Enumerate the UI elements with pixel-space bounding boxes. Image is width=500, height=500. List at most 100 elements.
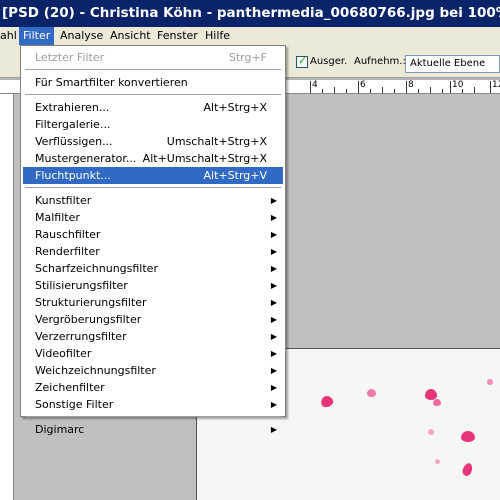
menu-item-verzerrungsfilter[interactable]: Verzerrungsfilter ▶	[23, 328, 283, 345]
ruler-left	[0, 94, 14, 500]
ruler-tick	[346, 89, 347, 93]
menu-item-label: Sonstige Filter	[35, 398, 114, 411]
ruler-tick	[418, 89, 419, 93]
ruler-tick	[450, 81, 451, 93]
menu-item-shortcut: Alt+Strg+X	[203, 101, 267, 114]
menu-item-vergröberungsfilter[interactable]: Vergröberungsfilter ▶	[23, 311, 283, 328]
menu-item-verflüssigen[interactable]: Verflüssigen... Umschalt+Strg+X	[23, 133, 283, 150]
menu-separator	[25, 94, 281, 95]
submenu-arrow-icon: ▶	[270, 383, 277, 392]
menu-item-label: Rauschfilter	[35, 228, 101, 241]
menu-bild[interactable]: ahl	[0, 27, 21, 45]
menu-item-shortcut: Alt+Umschalt+Strg+X	[142, 152, 267, 165]
aufnehm-select[interactable]: Aktuelle Ebene	[405, 55, 500, 73]
menu-separator	[25, 187, 281, 188]
menu-item-filtergalerie[interactable]: Filtergalerie...	[23, 116, 283, 133]
submenu-arrow-icon: ▶	[270, 366, 277, 375]
ruler-tick	[474, 87, 475, 93]
menu-item-label: Letzter Filter	[35, 51, 105, 64]
submenu-arrow-icon: ▶	[270, 298, 277, 307]
ruler-label: 6	[360, 80, 366, 90]
ausger-checkbox[interactable]	[296, 54, 308, 68]
petal-shape	[461, 461, 474, 478]
petal-shape	[433, 399, 441, 406]
menu-item-digimarc[interactable]: Digimarc ▶	[23, 421, 283, 438]
menu-item-label: Videofilter	[35, 347, 92, 360]
menu-item-extrahieren[interactable]: Extrahieren... Alt+Strg+X	[23, 99, 283, 116]
ruler-tick	[334, 87, 335, 93]
submenu-arrow-icon: ▶	[270, 400, 277, 409]
ruler-tick	[462, 89, 463, 93]
submenu-arrow-icon: ▶	[270, 281, 277, 290]
menu-item-label: Zeichenfilter	[35, 381, 105, 394]
menu-item-label: Kunstfilter	[35, 194, 92, 207]
ruler-tick	[430, 87, 431, 93]
petal-shape	[487, 379, 493, 385]
ruler-tick	[394, 89, 395, 93]
menu-item-zeichenfilter[interactable]: Zeichenfilter ▶	[23, 379, 283, 396]
submenu-arrow-icon: ▶	[270, 349, 277, 358]
menu-item-label: Renderfilter	[35, 245, 100, 258]
filter-menu-dropdown: Letzter Filter Strg+F Für Smartfilter konv…	[20, 45, 286, 436]
menu-fenster[interactable]: Fenster	[153, 27, 202, 45]
ruler-tick	[310, 81, 311, 93]
menu-item-label: Digimarc	[35, 423, 85, 436]
ruler-tick	[442, 89, 443, 93]
menu-item-rauschfilter[interactable]: Rauschfilter ▶	[23, 226, 283, 243]
menu-item-label: Verzerrungsfilter	[35, 330, 127, 343]
ruler-label: 4	[312, 80, 318, 90]
submenu-arrow-icon: ▶	[270, 332, 277, 341]
menu-item-sonstige-filter[interactable]: Sonstige Filter ▶	[23, 396, 283, 413]
menu-item-label: Scharfzeichnungsfilter	[35, 262, 158, 275]
menu-item-renderfilter[interactable]: Renderfilter ▶	[23, 243, 283, 260]
ausger-label: Ausger.	[310, 56, 348, 67]
menu-item-label: Für Smartfilter konvertieren	[35, 76, 188, 89]
menu-item-stilisierungsfilter[interactable]: Stilisierungsfilter ▶	[23, 277, 283, 294]
menu-item-label: Verflüssigen...	[35, 135, 113, 148]
menu-item-letzter-filter: Letzter Filter Strg+F	[23, 49, 283, 66]
menu-filter[interactable]: Filter	[19, 27, 55, 45]
submenu-arrow-icon: ▶	[270, 247, 277, 256]
menu-item-fluchtpunkt[interactable]: Fluchtpunkt... Alt+Strg+V	[23, 167, 283, 184]
ruler-tick	[490, 81, 491, 93]
ruler-tick	[370, 89, 371, 93]
menu-separator	[25, 416, 281, 417]
petal-shape	[461, 431, 475, 442]
ruler-tick	[322, 89, 323, 93]
menu-item-videofilter[interactable]: Videofilter ▶	[23, 345, 283, 362]
ruler-label: 8	[408, 80, 414, 90]
menu-item-shortcut: Alt+Strg+V	[203, 169, 267, 182]
submenu-arrow-icon: ▶	[270, 264, 277, 273]
menu-item-kunstfilter[interactable]: Kunstfilter ▶	[23, 192, 283, 209]
menu-item-label: Weichzeichnungsfilter	[35, 364, 156, 377]
menu-item-strukturierungsfilter[interactable]: Strukturierungsfilter ▶	[23, 294, 283, 311]
submenu-arrow-icon: ▶	[270, 196, 277, 205]
submenu-arrow-icon: ▶	[270, 213, 277, 222]
menu-item-label: Filtergalerie...	[35, 118, 111, 131]
ruler-tick	[406, 81, 407, 93]
submenu-arrow-icon: ▶	[270, 425, 277, 434]
menu-ansicht[interactable]: Ansicht	[106, 27, 155, 45]
menu-item-label: Mustergenerator...	[35, 152, 137, 165]
submenu-arrow-icon: ▶	[270, 315, 277, 324]
menu-hilfe[interactable]: Hilfe	[201, 27, 234, 45]
menu-item-shortcut: Umschalt+Strg+X	[166, 135, 267, 148]
ruler-label: 12	[492, 80, 500, 90]
petal-shape	[367, 389, 376, 397]
petal-shape	[428, 429, 434, 435]
menu-item-label: Extrahieren...	[35, 101, 110, 114]
menu-item-weichzeichnungsfilter[interactable]: Weichzeichnungsfilter ▶	[23, 362, 283, 379]
menu-analyse[interactable]: Analyse	[56, 27, 107, 45]
ruler-tick	[358, 81, 359, 93]
menu-item-label: Fluchtpunkt...	[35, 169, 111, 182]
menu-item-label: Vergröberungsfilter	[35, 313, 142, 326]
petal-shape	[435, 459, 440, 464]
aufnehm-label: Aufnehm.:	[354, 56, 406, 67]
menu-item-scharfzeichnungsfilter[interactable]: Scharfzeichnungsfilter ▶	[23, 260, 283, 277]
menu-item-malfilter[interactable]: Malfilter ▶	[23, 209, 283, 226]
menu-item-für-smartfilter-konvertieren[interactable]: Für Smartfilter konvertieren	[23, 74, 283, 91]
menu-item-mustergenerator[interactable]: Mustergenerator... Alt+Umschalt+Strg+X	[23, 150, 283, 167]
submenu-arrow-icon: ▶	[270, 230, 277, 239]
menu-item-label: Stilisierungsfilter	[35, 279, 128, 292]
menu-item-shortcut: Strg+F	[228, 51, 267, 64]
